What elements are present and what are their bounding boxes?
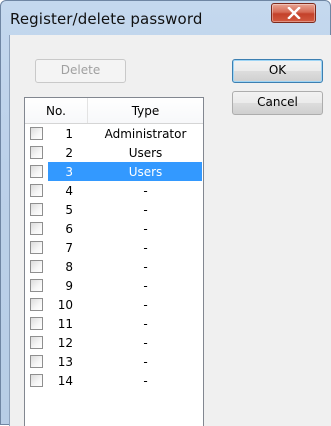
- row-number: 4: [65, 184, 73, 198]
- row-checkbox[interactable]: [30, 184, 43, 197]
- row-number: 7: [65, 241, 73, 255]
- password-list[interactable]: No. Type 1 Administrator 2 Users 3 Users 4-5-6…: [24, 97, 204, 426]
- cancel-button[interactable]: Cancel: [232, 91, 323, 115]
- row-checkbox[interactable]: [30, 374, 43, 387]
- row-number: 13: [57, 355, 73, 369]
- row-type: Administrator: [104, 127, 187, 141]
- table-row[interactable]: 13 -: [25, 352, 203, 371]
- row-number: 3: [65, 165, 73, 179]
- row-type: -: [143, 279, 148, 293]
- row-type: -: [143, 241, 148, 255]
- dialog-window: Register/delete password Delete OK Cance…: [0, 0, 331, 426]
- row-checkbox[interactable]: [30, 336, 43, 349]
- table-row[interactable]: 12 -: [25, 333, 203, 352]
- row-type: -: [143, 298, 148, 312]
- row-number: 12: [57, 336, 73, 350]
- row-checkbox[interactable]: [30, 279, 43, 292]
- ok-button[interactable]: OK: [232, 59, 323, 83]
- window-title: Register/delete password: [10, 10, 203, 28]
- table-row[interactable]: 5-: [25, 200, 203, 219]
- row-checkbox[interactable]: [30, 203, 43, 216]
- row-number: 11: [57, 317, 73, 331]
- row-type: Users: [128, 146, 163, 160]
- row-checkbox[interactable]: [30, 298, 43, 311]
- table-row[interactable]: 3 Users: [25, 162, 203, 181]
- row-type: -: [143, 203, 148, 217]
- row-type: -: [143, 184, 148, 198]
- table-row[interactable]: 7-: [25, 238, 203, 257]
- row-checkbox[interactable]: [30, 146, 43, 159]
- table-row[interactable]: 6-: [25, 219, 203, 238]
- row-checkbox[interactable]: [30, 241, 43, 254]
- row-number: 2: [65, 146, 73, 160]
- table-row[interactable]: 1 Administrator: [25, 124, 203, 143]
- row-checkbox[interactable]: [30, 355, 43, 368]
- close-icon: [287, 7, 301, 19]
- row-number: 6: [65, 222, 73, 236]
- row-checkbox[interactable]: [30, 317, 43, 330]
- row-type: -: [143, 374, 148, 388]
- row-checkbox[interactable]: [30, 165, 43, 178]
- column-header-no[interactable]: No.: [25, 98, 88, 123]
- table-row[interactable]: 2 Users: [25, 143, 203, 162]
- row-checkbox[interactable]: [30, 127, 43, 140]
- row-type: -: [143, 260, 148, 274]
- row-number: 1: [65, 127, 73, 141]
- row-number: 9: [65, 279, 73, 293]
- row-type: -: [143, 317, 148, 331]
- table-row[interactable]: 14 -: [25, 371, 203, 390]
- row-type: -: [143, 355, 148, 369]
- table-row[interactable]: 10 -: [25, 295, 203, 314]
- row-checkbox[interactable]: [30, 222, 43, 235]
- list-header: No. Type: [25, 98, 203, 124]
- title-bar[interactable]: Register/delete password: [1, 1, 331, 35]
- row-number: 8: [65, 260, 73, 274]
- row-number: 14: [57, 374, 73, 388]
- close-button[interactable]: [271, 3, 316, 23]
- table-row[interactable]: 4-: [25, 181, 203, 200]
- table-row[interactable]: 8-: [25, 257, 203, 276]
- delete-button[interactable]: Delete: [35, 59, 126, 83]
- row-number: 10: [57, 298, 73, 312]
- table-row[interactable]: 9-: [25, 276, 203, 295]
- row-type: -: [143, 222, 148, 236]
- table-row[interactable]: 11 -: [25, 314, 203, 333]
- row-type: Users: [128, 165, 163, 179]
- row-type: -: [143, 336, 148, 350]
- row-number: 5: [65, 203, 73, 217]
- row-checkbox[interactable]: [30, 260, 43, 273]
- column-header-type[interactable]: Type: [88, 98, 203, 123]
